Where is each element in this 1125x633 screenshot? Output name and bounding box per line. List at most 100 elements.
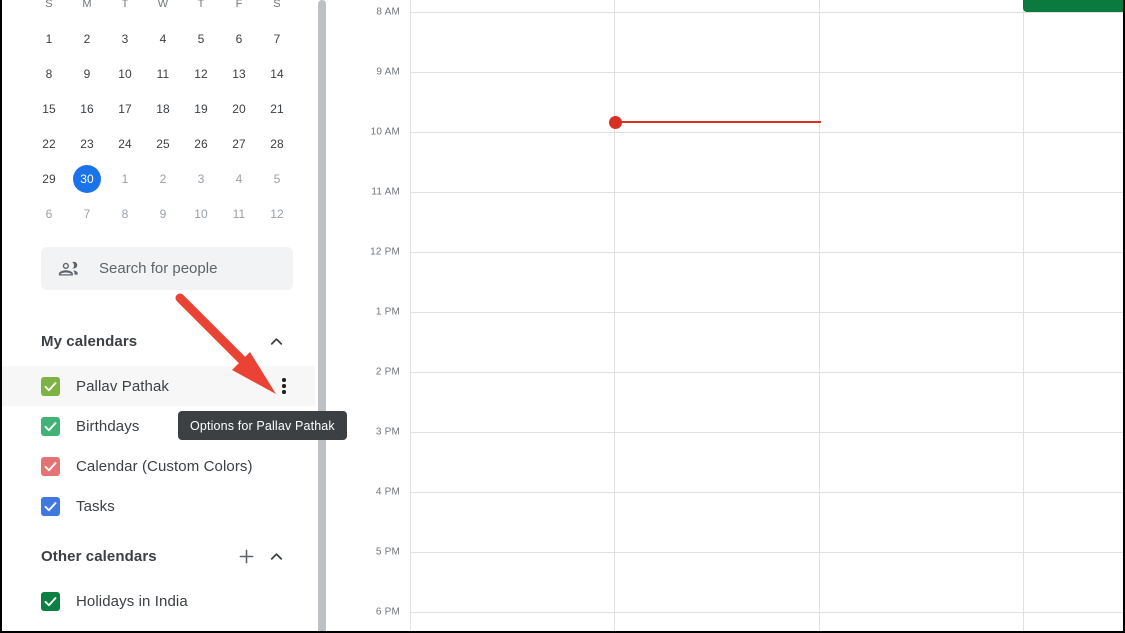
- mini-calendar-week: 29 30 1 2 3 4 5: [30, 161, 296, 196]
- mini-calendar-day-15[interactable]: 15: [30, 91, 68, 126]
- mini-calendar-dow-1: M: [82, 0, 92, 10]
- mini-calendar-week: 15 16 17 18 19 20 21: [30, 91, 296, 126]
- mini-calendar-day-29[interactable]: 29: [30, 161, 68, 196]
- other-calendars-title: Other calendars: [41, 547, 157, 565]
- search-for-people-input[interactable]: Search for people: [41, 247, 293, 290]
- my-calendars-collapse-button[interactable]: [261, 326, 291, 356]
- calendar-app: S M T W T F S 1 2 3 4 5 6 7 8 9 10 11 12 13 14 15 16 17 18 19 20 21…: [0, 0, 1125, 633]
- mini-calendar-day-27[interactable]: 27: [220, 126, 258, 161]
- mini-calendar-dow-5: F: [235, 0, 243, 10]
- calendar-grid-area: 8 AM 9 AM 10 AM 11 AM 12 PM 1 PM 2 PM 3 PM 4 PM 5…: [327, 0, 1123, 631]
- mini-calendar-day-10[interactable]: 10: [182, 196, 220, 231]
- mini-calendar-day-11[interactable]: 11: [220, 196, 258, 231]
- mini-calendar-week: 8 9 10 11 12 13 14: [30, 56, 296, 91]
- calendar-item-pallav-pathak[interactable]: Pallav Pathak: [2, 366, 315, 406]
- mini-calendar-day-3[interactable]: 3: [106, 21, 144, 56]
- checkbox-birthdays[interactable]: [41, 416, 60, 436]
- mini-calendar[interactable]: S M T W T F S 1 2 3 4 5 6 7 8 9 10 11 12 13 14 15 16 17 18 19 20 21…: [30, 0, 296, 231]
- time-label-6-pm: 6 PM: [375, 606, 400, 618]
- mini-calendar-day-9[interactable]: 9: [68, 56, 106, 91]
- sidebar-scrollbar-thumb[interactable]: [318, 0, 326, 631]
- mini-calendar-day-25[interactable]: 25: [144, 126, 182, 161]
- mini-calendar-dow-4: T: [197, 0, 205, 10]
- mini-calendar-day-28[interactable]: 28: [258, 126, 296, 161]
- mini-calendar-day-26[interactable]: 26: [182, 126, 220, 161]
- mini-calendar-day-17[interactable]: 17: [106, 91, 144, 126]
- hour-gridline: [410, 552, 1123, 553]
- mini-calendar-day-22[interactable]: 22: [30, 126, 68, 161]
- hour-gridline: [410, 192, 1123, 193]
- checkbox-pallav-pathak[interactable]: [41, 376, 60, 396]
- mini-calendar-day-5[interactable]: 5: [182, 21, 220, 56]
- mini-calendar-dow-2: T: [121, 0, 129, 10]
- mini-calendar-day-8[interactable]: 8: [30, 56, 68, 91]
- mini-calendar-day-13[interactable]: 13: [220, 56, 258, 91]
- time-label-11-am: 11 AM: [371, 186, 400, 198]
- options-button-pallav-pathak[interactable]: [271, 373, 297, 399]
- mini-calendar-week: 22 23 24 25 26 27 28: [30, 126, 296, 161]
- other-calendars-header[interactable]: Other calendars: [2, 536, 315, 576]
- mini-calendar-day-7[interactable]: 7: [68, 196, 106, 231]
- mini-calendar-day-4[interactable]: 4: [220, 161, 258, 196]
- time-label-5-pm: 5 PM: [375, 546, 400, 558]
- mini-calendar-day-30[interactable]: 30: [68, 161, 106, 196]
- event-block-green-event[interactable]: [1023, 0, 1123, 12]
- time-gutter: 8 AM 9 AM 10 AM 11 AM 12 PM 1 PM 2 PM 3 PM 4 PM 5…: [327, 0, 410, 631]
- label-holidays-in-india: Holidays in India: [76, 592, 188, 610]
- mini-calendar-day-23[interactable]: 23: [68, 126, 106, 161]
- more-vert-icon: [282, 378, 286, 394]
- my-calendars-title: My calendars: [41, 332, 138, 350]
- mini-calendar-day-2[interactable]: 2: [68, 21, 106, 56]
- checkbox-holidays-in-india[interactable]: [41, 591, 60, 611]
- label-pallav-pathak: Pallav Pathak: [76, 377, 170, 395]
- time-label-12-pm: 12 PM: [370, 246, 400, 258]
- mini-calendar-day-7[interactable]: 7: [258, 21, 296, 56]
- mini-calendar-day-5[interactable]: 5: [258, 161, 296, 196]
- other-calendars-collapse-button[interactable]: [261, 541, 291, 571]
- hour-gridline: [410, 492, 1123, 493]
- mini-calendar-day-19[interactable]: 19: [182, 91, 220, 126]
- mini-calendar-day-3[interactable]: 3: [182, 161, 220, 196]
- mini-calendar-day-1[interactable]: 1: [106, 161, 144, 196]
- checkbox-tasks[interactable]: [41, 496, 60, 516]
- mini-calendar-day-21[interactable]: 21: [258, 91, 296, 126]
- mini-calendar-day-9[interactable]: 9: [144, 196, 182, 231]
- time-label-2-pm: 2 PM: [375, 366, 400, 378]
- mini-calendar-day-14[interactable]: 14: [258, 56, 296, 91]
- mini-calendar-day-20[interactable]: 20: [220, 91, 258, 126]
- mini-calendar-dow-3: W: [157, 0, 169, 10]
- add-other-calendar-button[interactable]: [231, 541, 261, 571]
- hour-gridline: [410, 312, 1123, 313]
- mini-calendar-day-11[interactable]: 11: [144, 56, 182, 91]
- time-label-9-am: 9 AM: [376, 66, 400, 78]
- mini-calendar-dow-0: S: [45, 0, 53, 10]
- calendar-item-tasks[interactable]: Tasks: [2, 486, 315, 526]
- mini-calendar-day-10[interactable]: 10: [106, 56, 144, 91]
- mini-calendar-day-24[interactable]: 24: [106, 126, 144, 161]
- people-icon: [58, 258, 79, 279]
- mini-calendar-week: 1234567: [30, 21, 296, 56]
- mini-calendar-day-12[interactable]: 12: [182, 56, 220, 91]
- mini-calendar-day-6[interactable]: 6: [30, 196, 68, 231]
- hour-gridline: [410, 612, 1123, 613]
- hour-gridline: [410, 372, 1123, 373]
- hour-gridline: [410, 252, 1123, 253]
- mini-calendar-day-18[interactable]: 18: [144, 91, 182, 126]
- mini-calendar-day-6[interactable]: 6: [220, 21, 258, 56]
- mini-calendar-day-1[interactable]: 1: [30, 21, 68, 56]
- checkbox-calendar-custom-colors[interactable]: [41, 456, 60, 476]
- mini-calendar-dow-6: S: [273, 0, 281, 10]
- mini-calendar-day-12[interactable]: 12: [258, 196, 296, 231]
- mini-calendar-day-8[interactable]: 8: [106, 196, 144, 231]
- day-grid[interactable]: [410, 0, 1123, 631]
- mini-calendar-day-4[interactable]: 4: [144, 21, 182, 56]
- hour-gridline: [410, 132, 1123, 133]
- calendar-item-calendar-custom-colors[interactable]: Calendar (Custom Colors): [2, 446, 315, 486]
- time-label-3-pm: 3 PM: [375, 426, 400, 438]
- search-for-people-placeholder: Search for people: [99, 260, 218, 277]
- my-calendars-header[interactable]: My calendars: [2, 321, 315, 361]
- day-column-divider: [410, 0, 411, 631]
- mini-calendar-day-2[interactable]: 2: [144, 161, 182, 196]
- other-calendar-item-holidays-in-india[interactable]: Holidays in India: [2, 581, 315, 621]
- mini-calendar-day-16[interactable]: 16: [68, 91, 106, 126]
